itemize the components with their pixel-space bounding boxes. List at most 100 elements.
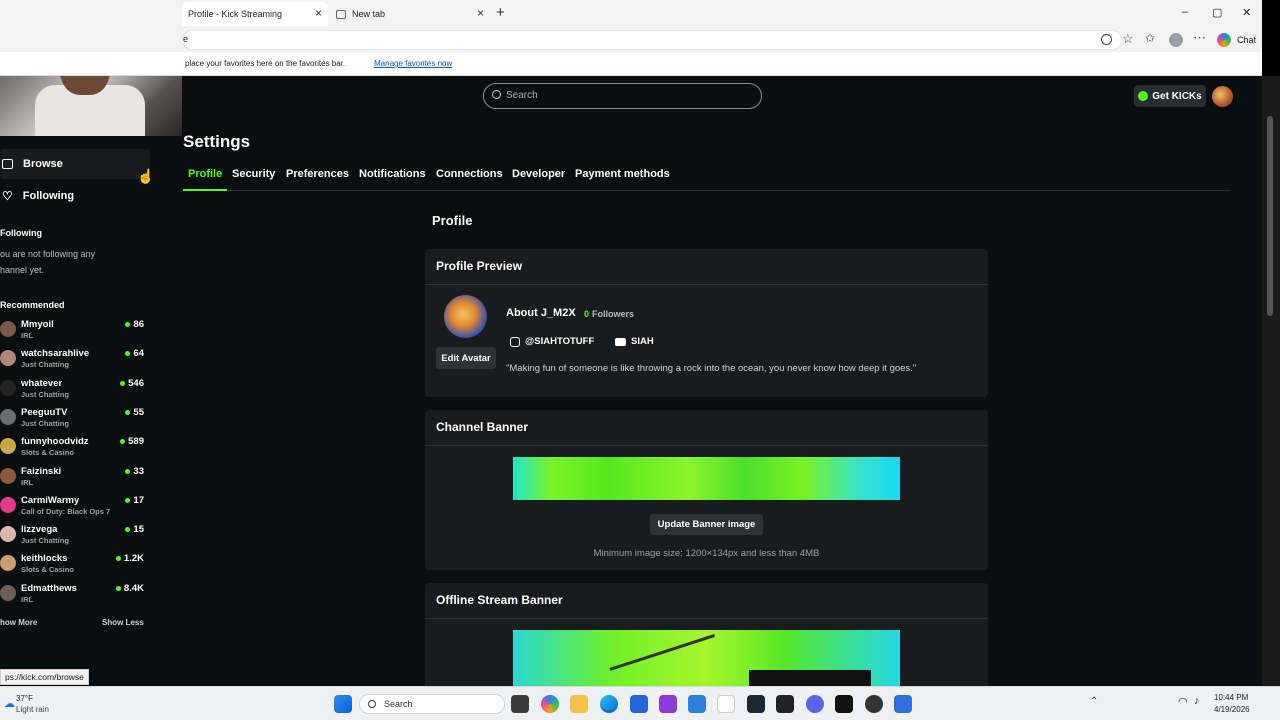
- scrollbar-thumb[interactable]: [1267, 116, 1273, 316]
- app-icon[interactable]: [865, 695, 883, 713]
- browse-icon: [2, 159, 13, 169]
- browser-address-bar: e ☆ ✩ ⋯ Chat: [0, 28, 1262, 52]
- recommended-channel[interactable]: lizzvega Just Chatting 15: [0, 524, 146, 553]
- youtube-link[interactable]: SIAH: [615, 336, 654, 347]
- app-icon[interactable]: [894, 695, 912, 713]
- banner-artwork-block: [811, 670, 871, 686]
- card-heading: Profile Preview: [436, 259, 523, 273]
- show-more-button[interactable]: how More: [0, 618, 37, 627]
- tab-notifications[interactable]: Notifications: [359, 168, 426, 180]
- clock-time[interactable]: 10:44 PM: [1214, 693, 1248, 702]
- channel-avatar: [0, 350, 16, 367]
- banner-artwork: [609, 633, 727, 686]
- favorite-star-icon[interactable]: ☆: [1122, 31, 1134, 47]
- favorites-icon[interactable]: ✩: [1145, 31, 1155, 45]
- browser-tab-active[interactable]: Profile - Kick Streaming ×: [182, 2, 328, 26]
- browser-tab-newtab[interactable]: New tab ×: [330, 2, 490, 26]
- page-scrollbar[interactable]: [1262, 76, 1280, 686]
- channel-avatar: [0, 526, 16, 543]
- tab-title: Profile - Kick Streaming: [188, 9, 283, 19]
- new-tab-button[interactable]: +: [496, 4, 505, 21]
- steam-icon[interactable]: [747, 695, 765, 713]
- manage-favorites-link[interactable]: Manage favorites now: [374, 59, 452, 68]
- volume-icon[interactable]: ♪: [1194, 695, 1200, 707]
- app-icon[interactable]: [659, 695, 677, 713]
- search-input[interactable]: Search: [483, 83, 762, 109]
- recommended-channel[interactable]: CarmiWarmy Call of Duty: Black Ops 7 17: [0, 495, 146, 524]
- get-kicks-button[interactable]: Get KICKs: [1134, 85, 1206, 107]
- wifi-icon[interactable]: ◠: [1178, 695, 1188, 708]
- edge-browser-icon[interactable]: [600, 695, 618, 713]
- terminal-icon[interactable]: [776, 695, 794, 713]
- tray-chevron-icon[interactable]: ⌃: [1090, 696, 1098, 707]
- tab-security[interactable]: Security: [232, 168, 275, 180]
- tab-close-icon[interactable]: ×: [315, 6, 322, 20]
- tab-close-icon[interactable]: ×: [477, 6, 484, 20]
- task-view-icon[interactable]: [511, 695, 529, 713]
- sidebar-item-following[interactable]: ♡ Following: [0, 181, 150, 211]
- channel-category: Just Chatting: [21, 389, 69, 399]
- taskbar-search-input[interactable]: Search: [359, 694, 505, 714]
- followers-count: 0 Followers: [584, 309, 634, 319]
- recommended-channel[interactable]: watchsarahlive Just Chatting 64: [0, 348, 146, 377]
- store-icon[interactable]: [630, 695, 648, 713]
- channel-category: IRL: [21, 331, 34, 340]
- tab-developer[interactable]: Developer: [512, 168, 565, 180]
- youtube-handle: SIAH: [631, 336, 654, 347]
- recommended-channel[interactable]: whatever Just Chatting 546: [0, 378, 146, 407]
- youtube-icon: [615, 337, 626, 346]
- edit-avatar-button[interactable]: Edit Avatar: [436, 347, 496, 369]
- heart-icon: ♡: [2, 189, 13, 203]
- channel-name: Edmatthews: [21, 582, 77, 594]
- profile-icon[interactable]: [1169, 33, 1183, 47]
- profile-avatar: [444, 295, 487, 338]
- banner-hint: Minimum image size: 1200×134px and less …: [593, 548, 820, 559]
- meta-icon[interactable]: [717, 695, 735, 713]
- copilot-icon[interactable]: [1217, 33, 1231, 47]
- settings-tabs: Profile Security Preferences Notificatio…: [182, 161, 1231, 191]
- weather-temp[interactable]: 37°F: [16, 694, 33, 703]
- recommended-channel[interactable]: funnyhoodvidz Slots & Casino 589: [0, 436, 146, 465]
- close-window-button[interactable]: ✕: [1242, 6, 1251, 19]
- recommended-channel[interactable]: Edmatthews IRL 8.4K: [0, 583, 146, 612]
- tab-connections[interactable]: Connections: [436, 168, 503, 180]
- recommended-channel[interactable]: Mmyoil IRL 86: [0, 319, 146, 348]
- update-banner-button[interactable]: Update Banner image: [650, 514, 763, 535]
- sidebar: Browse ♡ Following Following ou are not …: [0, 76, 160, 686]
- reader-icon[interactable]: [1101, 34, 1112, 45]
- channel-category: Call of Duty: Black Ops 7: [21, 506, 111, 516]
- copilot-app-icon[interactable]: [541, 695, 559, 713]
- card-divider: [425, 445, 988, 446]
- recommended-channel[interactable]: Faizinski IRL 33: [0, 466, 146, 495]
- viewer-number: 55: [133, 406, 144, 418]
- app-icon[interactable]: [835, 695, 853, 713]
- tab-preferences[interactable]: Preferences: [286, 168, 349, 180]
- instagram-handle: @SIAHTOTUFF: [525, 336, 595, 347]
- user-avatar[interactable]: [1212, 86, 1233, 107]
- minimize-button[interactable]: –: [1182, 6, 1188, 18]
- mail-icon[interactable]: [688, 695, 706, 713]
- recommended-channel[interactable]: keithlocks Slots & Casino 1.2K: [0, 553, 146, 582]
- channel-category: Just Chatting: [21, 418, 69, 428]
- file-explorer-icon[interactable]: [570, 695, 588, 713]
- channel-name: lizzvega: [21, 524, 58, 536]
- section-title: Profile: [432, 213, 473, 228]
- weather-desc[interactable]: Light rain: [16, 705, 49, 714]
- following-empty-line2: hannel yet.: [0, 265, 45, 275]
- recommended-channel[interactable]: PeeguuTV Just Chatting 55: [0, 407, 146, 436]
- about-heading: About J_M2X: [506, 307, 576, 319]
- tab-profile[interactable]: Profile: [182, 168, 228, 191]
- channel-name: Mmyoil: [21, 319, 54, 330]
- tab-payment-methods[interactable]: Payment methods: [575, 168, 670, 180]
- more-menu-icon[interactable]: ⋯: [1193, 30, 1206, 46]
- chat-button[interactable]: Chat: [1237, 35, 1256, 45]
- maximize-button[interactable]: ▢: [1212, 6, 1222, 19]
- instagram-link[interactable]: @SIAHTOTUFF: [510, 336, 594, 347]
- show-less-button[interactable]: Show Less: [102, 618, 144, 627]
- sidebar-item-browse[interactable]: Browse: [0, 149, 150, 179]
- live-dot-icon: [120, 380, 126, 386]
- discord-icon[interactable]: [806, 695, 824, 713]
- windows-start-icon[interactable]: [334, 695, 352, 713]
- url-input[interactable]: e: [182, 30, 1122, 50]
- clock-date[interactable]: 4/19/2026: [1214, 705, 1250, 714]
